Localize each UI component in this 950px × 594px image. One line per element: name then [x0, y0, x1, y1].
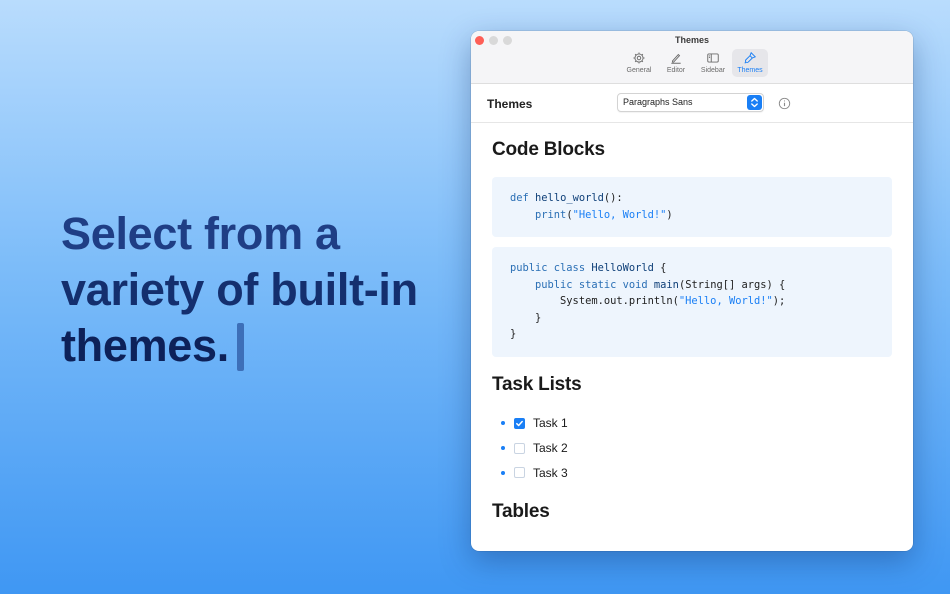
tab-general-label: General	[626, 67, 652, 74]
window-title: Themes	[674, 35, 709, 45]
list-item: Task 2	[501, 436, 892, 461]
hero-line-3-text: themes.	[61, 320, 229, 371]
checkmark-icon	[516, 420, 523, 427]
gear-icon	[633, 52, 645, 64]
theme-preview: Code Blocks def hello_world(): print("He…	[471, 139, 913, 523]
sidebar-icon	[707, 53, 719, 63]
bullet	[501, 446, 505, 451]
tab-sidebar[interactable]: Sidebar	[695, 49, 731, 77]
task-checkbox[interactable]	[514, 467, 525, 479]
bullet	[501, 470, 505, 475]
tab-editor[interactable]: Editor	[658, 49, 694, 77]
tables-heading: Tables	[492, 501, 550, 523]
code-blocks-heading: Code Blocks	[492, 139, 605, 160]
java-code-block: public class HelloWorld { public static …	[492, 247, 892, 357]
theme-select[interactable]: Paragraphs Sans	[617, 93, 764, 112]
list-item: Task 1	[501, 411, 892, 436]
task-label: Task 1	[533, 416, 568, 431]
bullet	[501, 421, 505, 426]
hero-line-3: themes.	[61, 318, 451, 374]
theme-settings-row: Themes Paragraphs Sans	[471, 84, 913, 123]
theme-select-value: Paragraphs Sans	[623, 97, 693, 107]
pen-icon	[671, 53, 681, 64]
tab-editor-label: Editor	[666, 67, 686, 74]
task-label: Task 2	[533, 441, 568, 456]
preferences-toolbar: General Editor Sidebar Themes	[621, 49, 769, 77]
list-item: Task 3	[501, 461, 892, 486]
tab-general[interactable]: General	[621, 49, 657, 77]
text-cursor	[236, 323, 244, 371]
task-list: Task 1 Task 2 Task 3	[492, 411, 892, 485]
task-checkbox[interactable]	[514, 442, 525, 454]
hero-line-2: variety of built-in	[61, 264, 418, 315]
task-label: Task 3	[533, 465, 568, 480]
preferences-window: Themes General Editor Sidebar Themes The…	[471, 31, 913, 551]
info-icon[interactable]	[778, 97, 791, 110]
brush-icon	[744, 51, 757, 64]
select-arrows-icon	[747, 95, 762, 110]
python-code-block: def hello_world(): print("Hello, World!"…	[492, 177, 892, 237]
hero-line-1: Select from a	[61, 208, 340, 259]
tab-sidebar-label: Sidebar	[700, 67, 726, 74]
window-titlebar: Themes General Editor Sidebar Themes	[471, 31, 913, 84]
task-checkbox[interactable]	[514, 417, 525, 429]
hero-headline: Select from a variety of built-in themes…	[61, 206, 451, 374]
tab-themes-label: Themes	[737, 67, 763, 74]
theme-setting-label: Themes	[487, 97, 533, 111]
task-lists-heading: Task Lists	[492, 374, 582, 395]
tab-themes[interactable]: Themes	[732, 49, 768, 77]
